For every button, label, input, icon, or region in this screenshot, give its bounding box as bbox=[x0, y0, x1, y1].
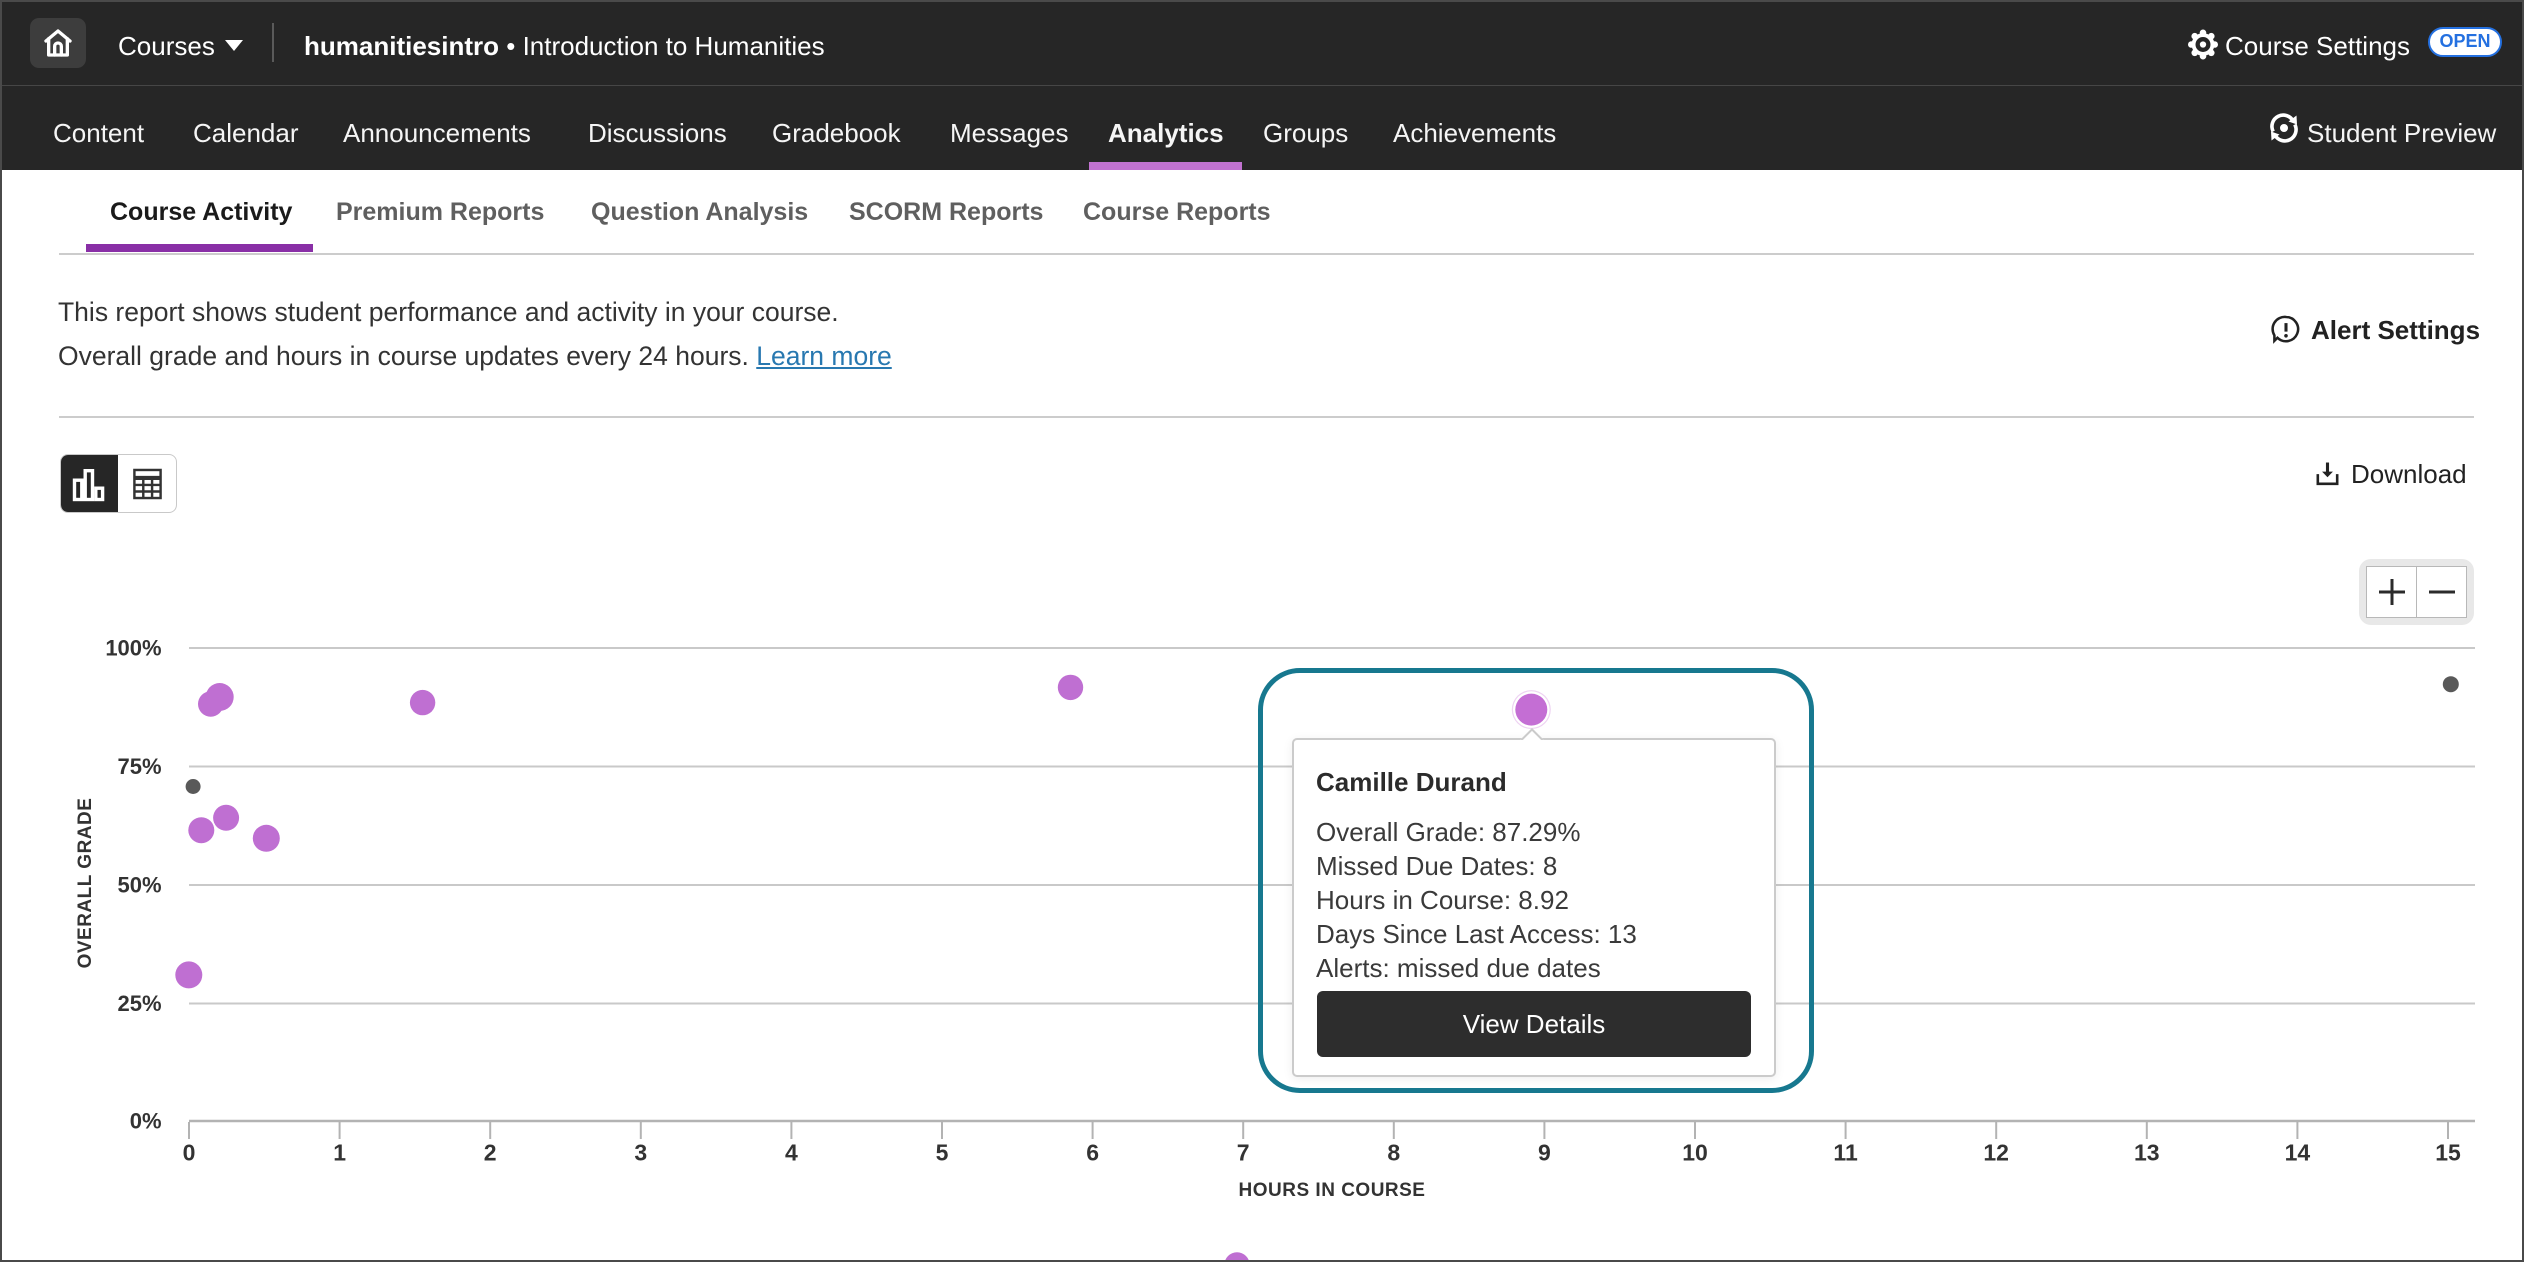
svg-text:3: 3 bbox=[634, 1140, 647, 1166]
svg-text:7: 7 bbox=[1237, 1140, 1250, 1166]
svg-text:11: 11 bbox=[1833, 1140, 1858, 1166]
svg-text:9: 9 bbox=[1538, 1140, 1551, 1166]
svg-text:6: 6 bbox=[1086, 1140, 1099, 1166]
svg-text:100%: 100% bbox=[105, 636, 161, 661]
svg-text:25%: 25% bbox=[118, 991, 162, 1016]
svg-text:15: 15 bbox=[2435, 1140, 2461, 1166]
svg-text:50%: 50% bbox=[118, 873, 162, 898]
svg-text:8: 8 bbox=[1387, 1140, 1400, 1166]
svg-text:4: 4 bbox=[785, 1140, 798, 1166]
svg-text:14: 14 bbox=[2285, 1140, 2311, 1166]
svg-text:5: 5 bbox=[936, 1140, 949, 1166]
svg-text:0: 0 bbox=[183, 1140, 196, 1166]
svg-text:13: 13 bbox=[2134, 1140, 2160, 1166]
svg-text:75%: 75% bbox=[118, 754, 162, 779]
svg-text:OVERALL GRADE: OVERALL GRADE bbox=[75, 798, 96, 969]
svg-text:HOURS IN COURSE: HOURS IN COURSE bbox=[1239, 1180, 1426, 1201]
svg-text:12: 12 bbox=[1983, 1140, 2009, 1166]
svg-text:10: 10 bbox=[1682, 1140, 1708, 1166]
svg-text:2: 2 bbox=[484, 1140, 497, 1166]
svg-text:1: 1 bbox=[333, 1140, 346, 1166]
svg-text:0%: 0% bbox=[130, 1109, 162, 1134]
